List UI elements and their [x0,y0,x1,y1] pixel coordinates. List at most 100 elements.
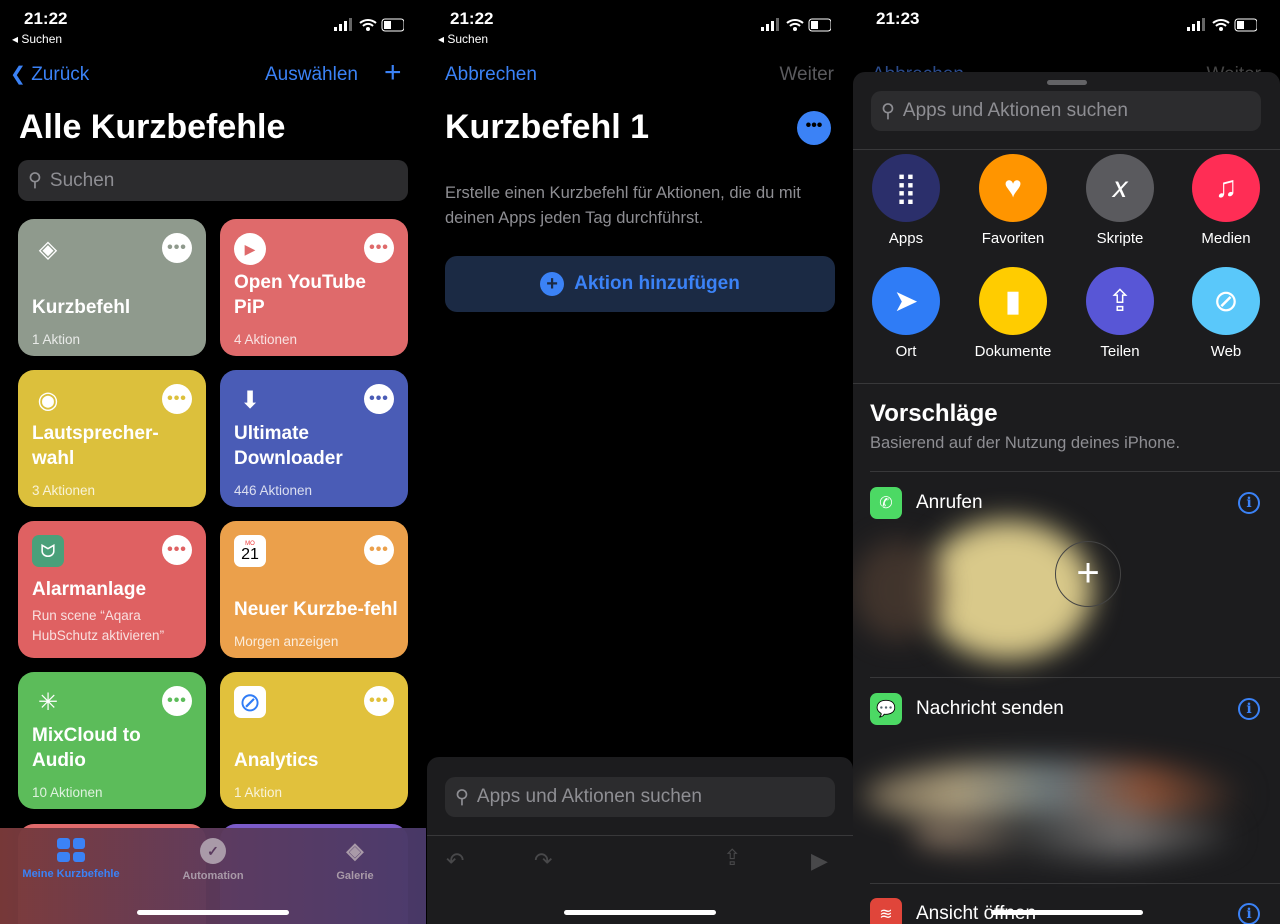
divider [870,883,1280,884]
more-button[interactable]: ••• [162,535,192,565]
category-icon: ⣿ [872,154,940,222]
layers-icon: ◈ [38,235,58,263]
category-label: Favoriten [981,230,1045,247]
more-options-button[interactable]: ••• [797,111,831,145]
status-icons [1187,18,1258,32]
add-icon[interactable]: + [1055,541,1121,607]
category-favoriten[interactable]: ♥ Favoriten [960,154,1066,247]
more-button[interactable]: ••• [364,233,394,263]
select-button[interactable]: Auswählen [265,64,358,86]
category-label: Web [1210,343,1242,360]
tab-label: Automation [182,870,244,882]
shortcut-card[interactable]: MO 21 ••• Neuer Kurzbe-fehl Morgen anzeigen [220,521,408,658]
add-shortcut-button[interactable]: + [384,56,402,90]
category-icon: ♫ [1192,154,1260,222]
shortcut-card[interactable]: ⊘ ••• Analytics 1 Aktion [220,672,408,809]
category-medien[interactable]: ♫ Medien [1173,154,1279,247]
status-time: 21:23 [876,9,920,28]
category-icon: ⊘ [1192,267,1260,335]
page-title: Alle Kurzbefehle [19,108,286,146]
plus-circle-icon: + [540,272,565,296]
divider [853,383,1280,384]
cancel-button[interactable]: Abbrechen [445,64,537,86]
add-action-label: Aktion hinzufügen [574,273,740,294]
add-action-button[interactable]: + Aktion hinzufügen [445,256,835,312]
back-to-app[interactable]: ◂ Suchen [12,32,62,46]
action-search-input[interactable]: ⚲ Apps und Aktionen suchen [445,777,835,817]
tab-label: Galerie [336,870,374,882]
action-picker-screen: 21:23 Abbrechen Weiter ⚲Apps und Aktione… [853,0,1280,924]
tab-automation[interactable]: ✓ Automation [143,838,283,882]
todoist-icon: ≋ [870,898,902,924]
search-input[interactable]: ⚲ Suchen [18,160,408,201]
sheet-grabber[interactable] [1047,80,1087,85]
divider [853,149,1280,150]
category-web[interactable]: ⊘ Web [1173,267,1279,360]
more-button[interactable]: ••• [162,233,192,263]
category-apps[interactable]: ⣿ Apps [853,154,959,247]
shortcut-card[interactable]: ⬇ ••• Ultimate Downloader 446 Aktionen [220,370,408,507]
more-button[interactable]: ••• [162,384,192,414]
category-teilen[interactable]: ⇪ Teilen [1067,267,1173,360]
home-indicator [991,910,1143,915]
calendar-icon: MO 21 [234,535,266,567]
category-skripte[interactable]: 𝑥 Skripte [1067,154,1173,247]
info-icon[interactable]: i [1238,903,1260,924]
section-title: Vorschläge [870,400,998,427]
back-label: Zurück [31,64,90,85]
category-dokumente[interactable]: ▮ Dokumente [960,267,1066,360]
clock-icon: ✓ [200,838,226,864]
category-ort[interactable]: ➤ Ort [853,267,959,360]
action-search-input[interactable]: ⚲ Apps und Aktionen suchen [871,91,1261,131]
tab-my-shortcuts[interactable]: Meine Kurzbefehle [1,838,141,880]
shortcuts-library-screen: 21:22 ◂ Suchen ❮ Zurück Auswählen + Alle… [0,0,426,924]
category-icon: 𝑥 [1086,154,1154,222]
suggestion-label: Anrufen [916,492,983,513]
play-icon[interactable]: ▶ [811,848,828,874]
more-button[interactable]: ••• [162,686,192,716]
card-subtitle: 446 Aktionen [234,483,313,498]
shortcut-card[interactable]: ◈ ••• Kurzbefehl 1 Aktion [18,219,206,356]
info-icon[interactable]: i [1238,492,1260,514]
tab-gallery[interactable]: ◈ Galerie [285,838,425,882]
search-placeholder: Suchen [49,169,115,191]
category-label: Apps [888,230,924,247]
card-subtitle: 1 Aktion [234,785,283,800]
share-icon[interactable]: ⇪ [723,845,741,871]
more-button[interactable]: ••• [364,686,394,716]
back-to-app[interactable]: ◂ Suchen [438,32,488,46]
more-button[interactable]: ••• [364,384,394,414]
undo-icon[interactable]: ↶ [446,848,464,874]
shortcut-card[interactable]: ᗢ ••• Alarmanlage Run scene “Aqara HubSchut… [18,521,206,658]
status-time: 21:22 [24,9,68,28]
next-button[interactable]: Weiter [779,64,834,86]
speaker-icon: ◉ [37,386,59,414]
safari-icon: ⊘ [234,686,266,718]
section-subtitle: Basierend auf der Nutzung deines iPhone. [870,434,1181,452]
suggestion-row[interactable]: ✆ Anrufen [870,487,983,519]
shortcut-card[interactable]: ✳ ••• MixCloud to Audio 10 Aktionen [18,672,206,809]
card-title: Open YouTube PiP [234,272,366,318]
chevron-left-icon: ❮ [10,64,32,85]
suggestion-row[interactable]: 💬 Nachricht senden [870,693,1064,725]
card-title: Ultimate Downloader [234,423,343,469]
category-label: Teilen [1100,343,1140,360]
card-title: Neuer Kurzbe-fehl [234,599,398,620]
status-time: 21:22 [450,9,494,28]
layers-icon: ◈ [346,838,364,863]
search-icon: ⚲ [28,170,42,191]
home-indicator [564,910,716,915]
category-icon: ➤ [872,267,940,335]
category-label: Dokumente [974,343,1052,360]
redo-icon[interactable]: ↷ [534,848,552,874]
category-icon: ⇪ [1086,267,1154,335]
search-placeholder: Apps und Aktionen suchen [902,100,1128,121]
card-title: Analytics [234,750,319,771]
shortcut-card[interactable]: ▶ ••• Open YouTube PiP 4 Aktionen [220,219,408,356]
shortcut-card[interactable]: ◉ ••• Lautsprecher-wahl 3 Aktionen [18,370,206,507]
info-icon[interactable]: i [1238,698,1260,720]
card-title: Lautsprecher-wahl [32,423,159,469]
more-button[interactable]: ••• [364,535,394,565]
back-button[interactable]: ❮ Zurück [10,63,89,86]
shortcut-title[interactable]: Kurzbefehl 1 [445,108,649,147]
